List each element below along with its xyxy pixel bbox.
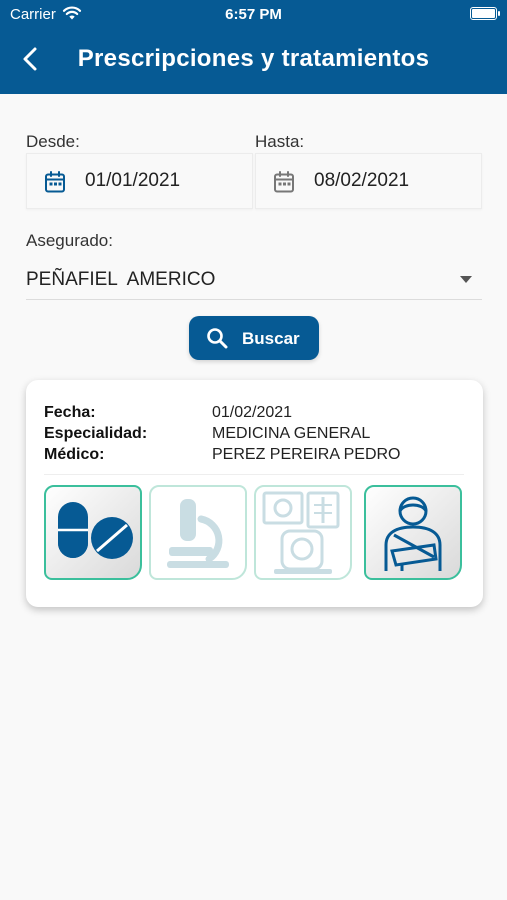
tile-treatments[interactable]	[364, 485, 462, 581]
tile-medications[interactable]	[44, 485, 142, 581]
pills-icon	[44, 485, 142, 580]
insured-select[interactable]: PEÑAFIEL AMERICO	[26, 262, 482, 300]
search-button-label: Buscar	[242, 329, 300, 348]
from-date-field[interactable]: 01/01/2021	[26, 153, 253, 209]
date-key: Fecha:	[44, 404, 96, 421]
search-icon	[207, 328, 228, 349]
insured-value: PEÑAFIEL AMERICO	[26, 269, 216, 290]
date-value: 01/02/2021	[212, 404, 293, 421]
insured-label: Asegurado:	[26, 231, 113, 250]
to-date-value: 08/02/2021	[314, 170, 410, 191]
result-card[interactable]: Fecha: 01/02/2021 Especialidad: MEDICINA…	[26, 380, 483, 607]
from-date-value: 01/01/2021	[85, 170, 181, 191]
specialty-value: MEDICINA GENERAL	[212, 425, 371, 442]
search-button[interactable]: Buscar	[189, 316, 319, 360]
doctor-value: PEREZ PEREIRA PEDRO	[212, 446, 401, 463]
doctor-key: Médico:	[44, 446, 105, 463]
dropdown-arrow-icon	[460, 276, 472, 283]
to-date-field[interactable]: 08/02/2021	[255, 153, 482, 209]
calendar-icon	[274, 171, 294, 193]
app-header: Carrier 6:57 PM Prescripciones y tratami…	[0, 0, 507, 94]
calendar-icon	[45, 171, 65, 193]
to-label: Hasta:	[255, 132, 305, 151]
specialty-key: Especialidad:	[44, 425, 148, 442]
clock: 6:57 PM	[225, 6, 282, 23]
imaging-scanner-icon	[254, 485, 352, 580]
battery-icon	[470, 7, 500, 20]
divider	[44, 474, 464, 475]
status-bar: Carrier 6:57 PM	[0, 0, 507, 28]
page-title: Prescripciones y tratamientos	[77, 45, 430, 72]
tile-lab-tests[interactable]	[149, 485, 247, 581]
tile-imaging[interactable]	[254, 485, 352, 581]
microscope-icon	[149, 485, 247, 580]
from-label: Desde:	[26, 132, 80, 151]
arm-sling-icon	[364, 485, 462, 580]
